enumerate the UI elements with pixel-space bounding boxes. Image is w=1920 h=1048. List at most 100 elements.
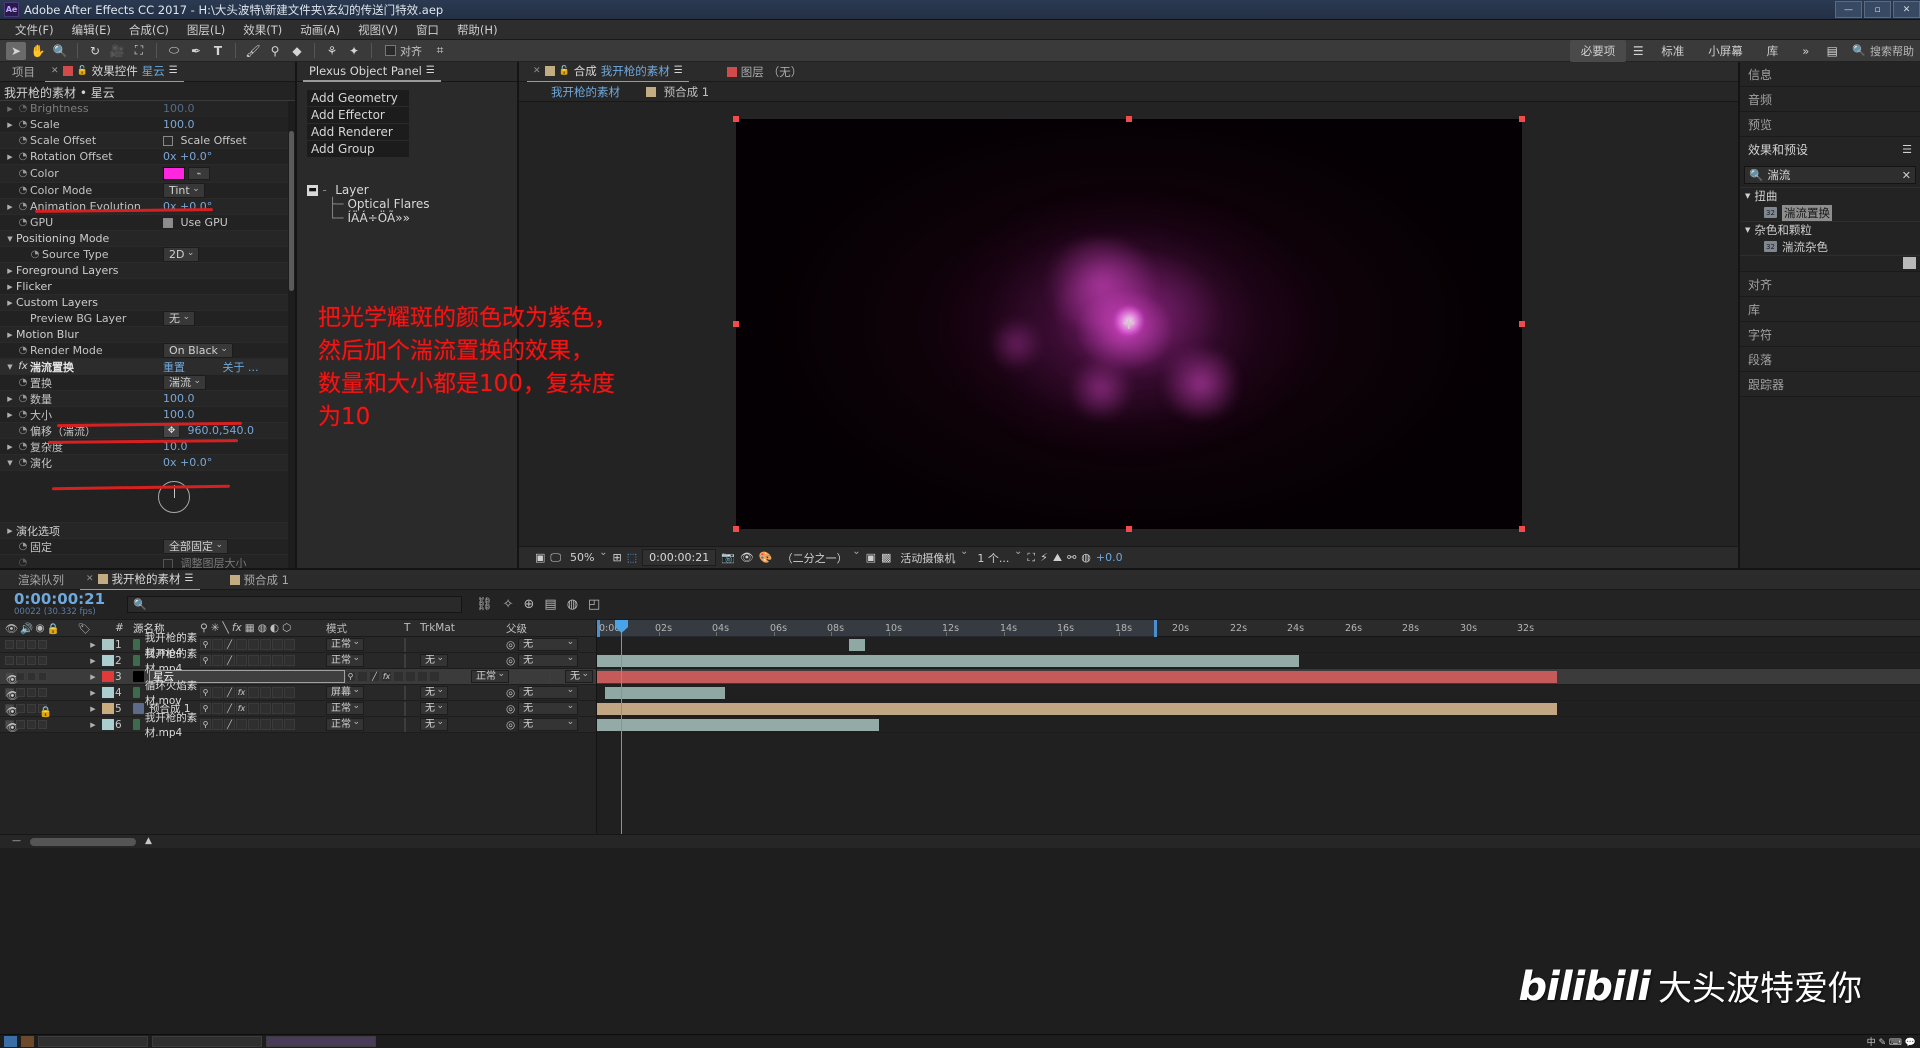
row-mode[interactable]: 屏幕	[326, 686, 404, 699]
lock-toggle[interactable]	[38, 720, 47, 729]
row-preserve-transparency[interactable]	[404, 717, 420, 732]
label-swatch[interactable]	[101, 687, 114, 698]
fx-switch[interactable]	[236, 639, 247, 650]
lock-icon[interactable]: 🔓	[77, 66, 88, 76]
quality-switch[interactable]: ╱	[224, 703, 235, 714]
row-parent-dropdown[interactable]: 无	[518, 716, 579, 731]
solo-toggle[interactable]	[27, 720, 36, 729]
param-value[interactable]: Use GPU	[163, 216, 295, 229]
quality-switch[interactable]: ╱	[224, 687, 235, 698]
audio-toggle[interactable]	[16, 704, 25, 713]
stopwatch-icon[interactable]: ◔	[16, 541, 30, 552]
preserve-transparency-toggle[interactable]	[549, 669, 551, 684]
row-switches[interactable]: ⚲ ╱	[200, 655, 326, 666]
row-mode[interactable]: 正常	[326, 702, 404, 715]
row-mode-dropdown[interactable]: 正常	[326, 718, 364, 731]
motionblur-switch[interactable]	[260, 639, 271, 650]
snapping-checkbox[interactable]	[385, 45, 396, 56]
quality-switch[interactable]: ╱	[224, 719, 235, 730]
camera-tool-icon[interactable]: 🎥	[107, 42, 127, 60]
timeline-horizontal-scrollbar[interactable]: — ▲	[0, 834, 1920, 848]
panel-menu-icon[interactable]: ☰	[674, 65, 683, 76]
about-link[interactable]: 关于 ...	[223, 361, 259, 374]
add-geometry-button[interactable]: Add Geometry	[307, 90, 409, 106]
twirl-icon[interactable]: ▶	[4, 299, 16, 307]
header-index[interactable]: #	[115, 622, 133, 634]
menu-composition[interactable]: 合成(C)	[120, 20, 178, 40]
row-av-toggles[interactable]: 👁	[0, 720, 86, 734]
adjustment-switch[interactable]	[272, 719, 283, 730]
threed-switch[interactable]	[284, 703, 295, 714]
taskbar-window[interactable]	[266, 1036, 376, 1047]
take-snapshot-icon[interactable]: 📷	[721, 551, 735, 564]
row-parent-dropdown[interactable]: 无	[518, 700, 579, 715]
row-label-color[interactable]	[100, 703, 115, 714]
preserve-transparency-toggle[interactable]	[404, 717, 406, 732]
param-row[interactable]: ◔ GPU Use GPU	[0, 215, 295, 231]
row-mode-dropdown[interactable]: 正常	[326, 638, 364, 651]
transform-handle-mid-left[interactable]	[732, 321, 739, 327]
param-value[interactable]: 无	[163, 310, 295, 326]
current-time-indicator[interactable]	[615, 620, 628, 834]
eye-toggle[interactable]: 👁	[5, 720, 19, 734]
timeline-current-time[interactable]: 0:00:00:21 00022 (30.332 fps)	[0, 591, 105, 617]
table-row[interactable]: 👁 ▶ 4 循环火焰素材.mov ⚲╱fx 屏幕 无 ◎无	[0, 680, 596, 707]
ime-status[interactable]: 中 ✎ ⌨ 💬	[1867, 1034, 1916, 1048]
row-switches[interactable]: ⚲ ╱	[200, 719, 326, 730]
grid-guides-icon[interactable]: ⊞	[612, 551, 621, 564]
track-row[interactable]	[597, 637, 1920, 653]
channel-select-icon[interactable]: 🎨	[759, 551, 773, 564]
parent-pickwhip-icon[interactable]: ◎	[506, 639, 515, 651]
tab-timeline-precomp[interactable]: 预合成 1	[224, 570, 295, 590]
clone-stamp-tool-icon[interactable]: ⚲	[265, 42, 285, 60]
twirl-icon[interactable]: ▶	[4, 331, 16, 339]
close-button[interactable]: ✕	[1893, 1, 1920, 18]
solo-toggle[interactable]	[27, 688, 36, 697]
reset-link[interactable]: 重置	[163, 361, 185, 374]
brush-tool-icon[interactable]: 🖌	[243, 42, 263, 60]
panel-library[interactable]: 库	[1740, 297, 1920, 322]
transform-handle-top-right[interactable]	[1518, 116, 1525, 122]
stopwatch-icon[interactable]: ◔	[16, 377, 30, 388]
stopwatch-icon[interactable]: ◔	[28, 249, 42, 260]
rotation-tool-icon[interactable]: ↻	[85, 42, 105, 60]
displacement-dropdown[interactable]: 湍流	[163, 374, 206, 390]
fx-switch[interactable]	[236, 655, 247, 666]
row-av-toggles[interactable]: 👁	[0, 672, 86, 686]
plexus-tree-item[interactable]: └─ ÍÄÁ÷ÖÃ»»	[307, 211, 517, 225]
scale-offset-checkbox[interactable]	[163, 136, 173, 146]
twirl-icon[interactable]: ▶	[4, 527, 16, 535]
row-label-color[interactable]	[100, 639, 115, 650]
parent-pickwhip-icon[interactable]: ◎	[506, 703, 515, 715]
menu-view[interactable]: 视图(V)	[349, 20, 407, 40]
scrollbar-thumb[interactable]	[289, 131, 294, 291]
param-row[interactable]: ◔ Source Type 2D	[0, 246, 295, 263]
shy-switch[interactable]: ⚲	[200, 639, 211, 650]
layer-bar[interactable]	[597, 655, 1299, 667]
tab-close-icon[interactable]: ✕	[51, 66, 59, 76]
panel-menu-icon[interactable]: ☰	[1902, 143, 1912, 156]
pinned-app-icon[interactable]	[21, 1036, 34, 1047]
lock-icon[interactable]: 🔓	[559, 66, 570, 76]
composition-mini-flowchart-icon[interactable]: ⛓	[476, 597, 493, 612]
audio-toggle[interactable]	[16, 656, 25, 665]
param-value[interactable]: On Black	[163, 342, 295, 358]
stopwatch-icon[interactable]: ◔	[16, 217, 30, 228]
param-value[interactable]: 100.0	[163, 392, 295, 405]
tab-composition[interactable]: ✕ 🔓 合成 我开枪的素材 ☰	[527, 61, 689, 83]
adjustment-switch[interactable]	[417, 671, 428, 682]
panel-align[interactable]: 对齐	[1740, 272, 1920, 297]
param-value[interactable]: 湍流	[163, 374, 295, 390]
comp-flowchart-icon[interactable]: ⚯	[1067, 551, 1076, 564]
parent-pickwhip-icon[interactable]: ◎	[506, 719, 515, 731]
solo-toggle[interactable]	[27, 672, 36, 681]
param-value[interactable]: 全部固定	[163, 538, 295, 554]
effect-item-turbulent-displace[interactable]: 32 湍流置换	[1740, 204, 1920, 221]
taskbar-window[interactable]	[152, 1036, 262, 1047]
show-snapshot-icon[interactable]: 👁	[740, 551, 754, 564]
param-row[interactable]: ▶ ◔ Brightness 100.0	[0, 101, 295, 117]
tab-timeline-comp[interactable]: ✕ 我开枪的素材 ☰	[80, 569, 200, 591]
frameblend-switch[interactable]	[248, 655, 259, 666]
audio-toggle[interactable]	[16, 672, 25, 681]
eye-toggle[interactable]: 👁	[5, 672, 19, 686]
